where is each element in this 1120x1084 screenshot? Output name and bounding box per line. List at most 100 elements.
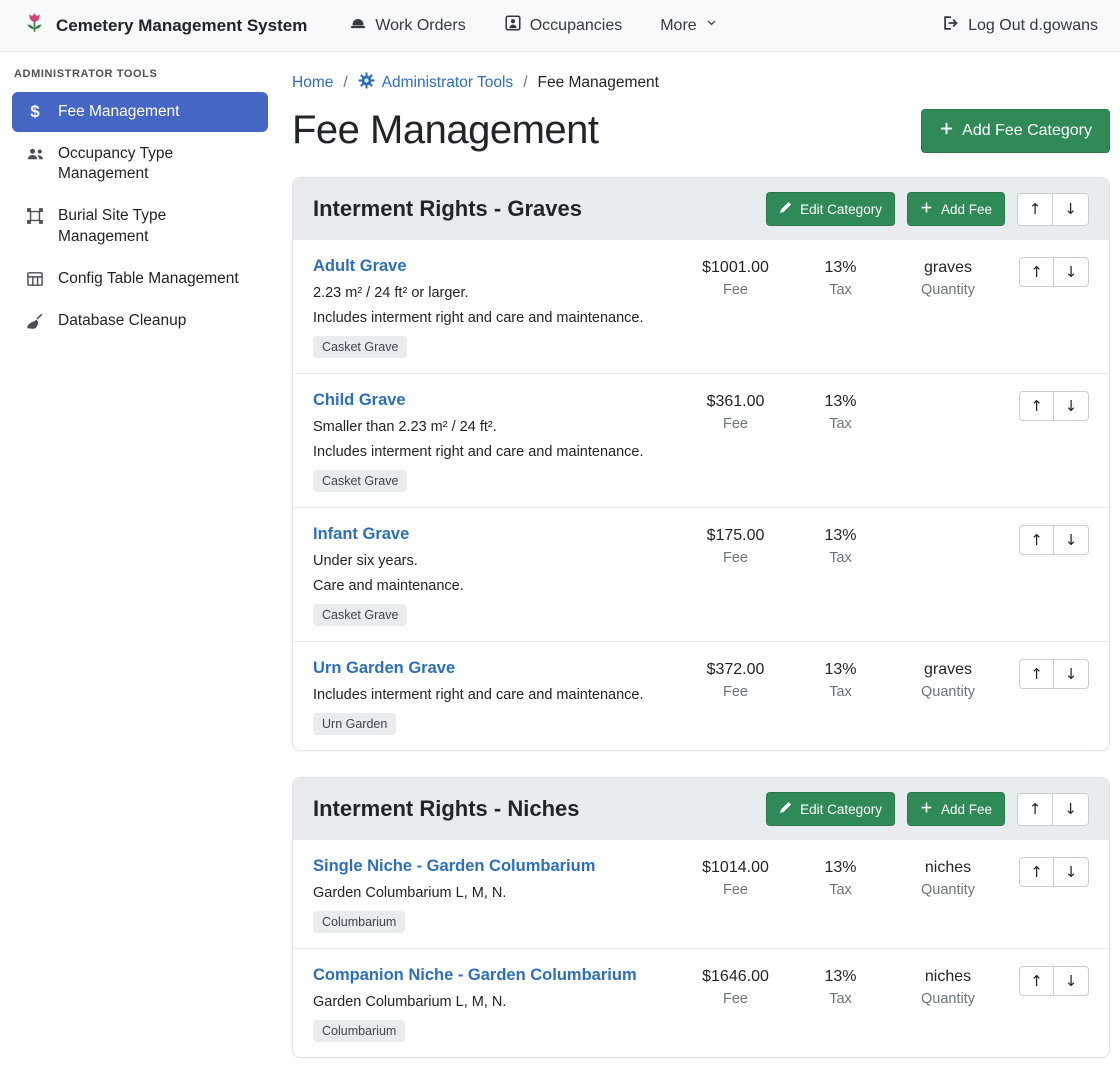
logout-icon xyxy=(942,14,960,37)
fee-tax-cell: 13% Tax xyxy=(788,966,893,1007)
fee-quantity-label: Quantity xyxy=(893,282,1003,298)
fee-amount: $372.00 xyxy=(683,661,788,679)
fee-name-link[interactable]: Child Grave xyxy=(313,391,406,410)
fee-tax-label: Tax xyxy=(788,991,893,1007)
edit-category-label: Edit Category xyxy=(800,202,882,217)
fee-name-link[interactable]: Adult Grave xyxy=(313,257,407,276)
fee-quantity: niches xyxy=(893,968,1003,986)
logout-button[interactable]: Log Out d.gowans xyxy=(942,14,1098,37)
move-fee-up-button[interactable]: ↑ xyxy=(1019,857,1054,887)
add-fee-button[interactable]: Add Fee xyxy=(907,192,1005,226)
fee-amount-label: Fee xyxy=(683,882,788,898)
move-fee-down-button[interactable]: ↓ xyxy=(1054,391,1089,421)
sidebar-item-fee-management[interactable]: $ Fee Management xyxy=(12,92,268,132)
move-fee-up-button[interactable]: ↑ xyxy=(1019,659,1054,689)
down-arrow-icon: ↓ xyxy=(1065,397,1078,415)
fee-amount-label: Fee xyxy=(683,550,788,566)
add-fee-category-label: Add Fee Category xyxy=(962,122,1092,140)
vector-square-icon xyxy=(24,207,46,225)
pencil-icon xyxy=(779,201,792,217)
fee-amount-label: Fee xyxy=(683,282,788,298)
fee-description: Smaller than 2.23 m² / 24 ft². xyxy=(313,419,675,435)
add-fee-button[interactable]: Add Fee xyxy=(907,792,1005,826)
fee-description: Garden Columbarium L, M, N. xyxy=(313,994,675,1010)
fee-name-link[interactable]: Single Niche - Garden Columbarium xyxy=(313,857,595,876)
breadcrumb-admin-tools-link[interactable]: Administrator Tools xyxy=(358,72,514,94)
move-fee-up-button[interactable]: ↑ xyxy=(1019,257,1054,287)
fee-category-title: Interment Rights - Graves xyxy=(313,196,754,222)
move-category-down-button[interactable]: ↓ xyxy=(1053,193,1089,226)
edit-category-button[interactable]: Edit Category xyxy=(766,192,895,226)
fee-amount-label: Fee xyxy=(683,991,788,1007)
fee-tax: 13% xyxy=(788,259,893,277)
fee-description: Garden Columbarium L, M, N. xyxy=(313,885,675,901)
edit-category-label: Edit Category xyxy=(800,802,882,817)
fee-tax-label: Tax xyxy=(788,550,893,566)
down-arrow-icon: ↓ xyxy=(1064,800,1077,818)
sidebar-item-occupancy-type-management[interactable]: Occupancy Type Management xyxy=(12,134,268,194)
up-arrow-icon: ↑ xyxy=(1030,863,1043,881)
fee-amount-label: Fee xyxy=(683,416,788,432)
fee-tax: 13% xyxy=(788,661,893,679)
move-fee-up-button[interactable]: ↑ xyxy=(1019,525,1054,555)
sidebar-item-database-cleanup[interactable]: Database Cleanup xyxy=(12,301,268,341)
fee-tax-cell: 13% Tax xyxy=(788,391,893,432)
down-arrow-icon: ↓ xyxy=(1065,665,1078,683)
move-fee-down-button[interactable]: ↓ xyxy=(1054,966,1089,996)
up-arrow-icon: ↑ xyxy=(1030,397,1043,415)
fee-tax-label: Tax xyxy=(788,282,893,298)
hard-hat-icon xyxy=(349,14,367,37)
move-fee-down-button[interactable]: ↓ xyxy=(1054,525,1089,555)
fee-amount: $175.00 xyxy=(683,527,788,545)
fee-name-link[interactable]: Companion Niche - Garden Columbarium xyxy=(313,966,637,985)
add-fee-label: Add Fee xyxy=(941,202,992,217)
breadcrumb-home-link[interactable]: Home xyxy=(292,74,333,92)
up-arrow-icon: ↑ xyxy=(1030,263,1043,281)
fee-quantity-cell xyxy=(893,525,1003,527)
table-icon xyxy=(24,270,46,288)
move-fee-up-button[interactable]: ↑ xyxy=(1019,966,1054,996)
fee-description: Includes interment right and care and ma… xyxy=(313,444,675,460)
edit-category-button[interactable]: Edit Category xyxy=(766,792,895,826)
app-brand[interactable]: Cemetery Management System xyxy=(22,11,307,41)
person-frame-icon xyxy=(504,14,522,37)
fee-amount: $1646.00 xyxy=(683,968,788,986)
fee-name-link[interactable]: Urn Garden Grave xyxy=(313,659,455,678)
fee-type-badge: Columbarium xyxy=(313,911,405,933)
gear-icon xyxy=(358,72,375,94)
move-category-up-button[interactable]: ↑ xyxy=(1017,193,1053,226)
dollar-icon: $ xyxy=(24,103,46,120)
fee-amount-cell: $1014.00 Fee xyxy=(683,857,788,898)
move-fee-up-button[interactable]: ↑ xyxy=(1019,391,1054,421)
category-reorder-group: ↑ ↓ xyxy=(1017,793,1089,826)
fee-type-badge: Urn Garden xyxy=(313,713,396,735)
fee-amount: $1014.00 xyxy=(683,859,788,877)
move-fee-down-button[interactable]: ↓ xyxy=(1054,659,1089,689)
fee-tax: 13% xyxy=(788,527,893,545)
pencil-icon xyxy=(779,801,792,817)
fee-category-title: Interment Rights - Niches xyxy=(313,796,754,822)
add-fee-category-button[interactable]: Add Fee Category xyxy=(921,109,1110,153)
fee-type-badge: Casket Grave xyxy=(313,336,407,358)
fee-tax: 13% xyxy=(788,859,893,877)
nav-item-label: Occupancies xyxy=(530,17,623,35)
move-fee-down-button[interactable]: ↓ xyxy=(1054,857,1089,887)
sidebar-item-config-table-management[interactable]: Config Table Management xyxy=(12,259,268,299)
fee-reorder-group: ↑ ↓ xyxy=(1019,391,1089,421)
fee-description: Includes interment right and care and ma… xyxy=(313,310,675,326)
fee-tax-label: Tax xyxy=(788,684,893,700)
fee-name-link[interactable]: Infant Grave xyxy=(313,525,409,544)
move-category-down-button[interactable]: ↓ xyxy=(1053,793,1089,826)
fee-amount-cell: $175.00 Fee xyxy=(683,525,788,566)
nav-item-more[interactable]: More xyxy=(660,17,717,35)
fee-description: Under six years. xyxy=(313,553,675,569)
fee-amount-cell: $1646.00 Fee xyxy=(683,966,788,1007)
tulip-logo-icon xyxy=(22,11,47,41)
sidebar-item-burial-site-type-management[interactable]: Burial Site Type Management xyxy=(12,196,268,256)
nav-item-occupancies[interactable]: Occupancies xyxy=(504,14,623,37)
nav-item-label: Work Orders xyxy=(375,17,465,35)
move-category-up-button[interactable]: ↑ xyxy=(1017,793,1053,826)
nav-item-work-orders[interactable]: Work Orders xyxy=(349,14,465,37)
down-arrow-icon: ↓ xyxy=(1065,863,1078,881)
move-fee-down-button[interactable]: ↓ xyxy=(1054,257,1089,287)
